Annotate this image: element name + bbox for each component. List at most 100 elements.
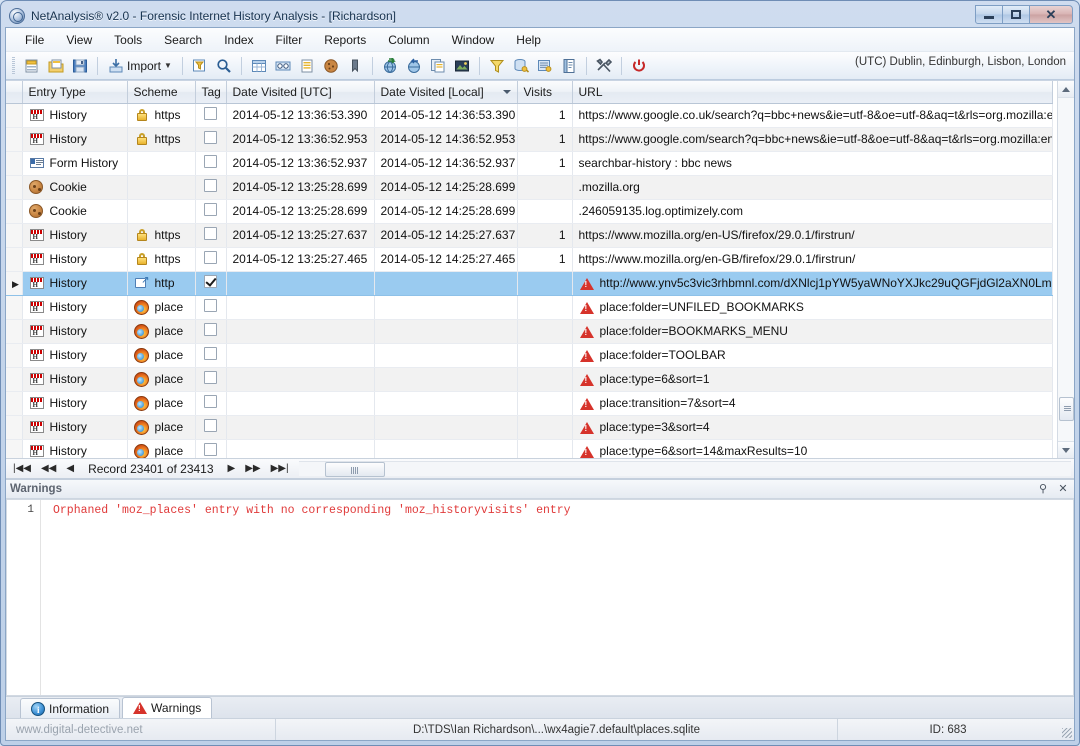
- table-row[interactable]: Cookie 2014-05-12 13:25:28.699 2014-05-12 …: [6, 199, 1053, 224]
- index-book-icon[interactable]: [558, 55, 580, 77]
- scroll-track[interactable]: [1057, 98, 1074, 441]
- tag-checkbox[interactable]: [204, 323, 217, 336]
- tag-checkbox[interactable]: [204, 107, 217, 120]
- filter-icon[interactable]: [486, 55, 508, 77]
- cell-tag[interactable]: [195, 247, 227, 272]
- cell-tag[interactable]: [195, 367, 227, 392]
- cell-tag[interactable]: [195, 151, 227, 176]
- scroll-down-button[interactable]: [1057, 441, 1074, 458]
- cell-tag[interactable]: [195, 319, 227, 344]
- cell-tag[interactable]: [195, 295, 227, 320]
- menu-item-reports[interactable]: Reports: [313, 30, 377, 50]
- menu-item-index[interactable]: Index: [213, 30, 264, 50]
- table-row[interactable]: H History https 2014-05-12 13:36:53.390 2014…: [6, 103, 1053, 128]
- cookie-icon[interactable]: [320, 55, 342, 77]
- tab-warnings[interactable]: Warnings: [122, 697, 213, 718]
- column-header-visits[interactable]: Visits: [517, 81, 573, 104]
- cell-tag[interactable]: [195, 415, 227, 440]
- cell-tag[interactable]: [195, 343, 227, 368]
- nav-next-page-button[interactable]: ▶▶: [241, 463, 264, 474]
- nav-prev-page-button[interactable]: ◀◀: [37, 463, 60, 474]
- export-globe-icon[interactable]: [379, 55, 401, 77]
- import-button[interactable]: Import ▼: [103, 56, 177, 76]
- grid-view-icon[interactable]: [248, 55, 270, 77]
- cell-tag[interactable]: [195, 391, 227, 416]
- menu-item-column[interactable]: Column: [377, 30, 440, 50]
- power-icon[interactable]: [628, 55, 650, 77]
- nav-last-button[interactable]: ▶▶|: [267, 463, 293, 474]
- report-key-icon[interactable]: [534, 55, 556, 77]
- column-header-scheme[interactable]: Scheme: [127, 81, 196, 104]
- table-row[interactable]: H History https 2014-05-12 13:36:52.953 2014…: [6, 127, 1053, 152]
- tag-checkbox[interactable]: [204, 179, 217, 192]
- dock-close-button[interactable]: ✕: [1055, 481, 1071, 496]
- image-gallery-icon[interactable]: [451, 55, 473, 77]
- table-row[interactable]: ▶ H History ↗ http http://www.ynv5c3vic3rhbmn…: [6, 271, 1053, 296]
- menu-item-help[interactable]: Help: [505, 30, 552, 50]
- tag-checkbox[interactable]: [204, 395, 217, 408]
- scroll-thumb[interactable]: [1058, 397, 1074, 421]
- save-icon[interactable]: [69, 55, 91, 77]
- nav-prev-button[interactable]: ◀: [62, 463, 78, 474]
- column-header-entry-type[interactable]: Entry Type: [22, 81, 128, 104]
- tools-icon[interactable]: [593, 55, 615, 77]
- tag-checkbox[interactable]: [204, 203, 217, 216]
- chevron-down-icon[interactable]: ▼: [164, 61, 172, 70]
- tag-checkbox[interactable]: [204, 251, 217, 264]
- scroll-up-button[interactable]: [1057, 81, 1074, 98]
- table-row[interactable]: H History place place:folder=BOOKMARKS_MENU: [6, 319, 1053, 344]
- menu-item-tools[interactable]: Tools: [103, 30, 153, 50]
- cell-tag[interactable]: [195, 271, 227, 296]
- tag-checkbox[interactable]: [204, 155, 217, 168]
- menu-item-view[interactable]: View: [55, 30, 103, 50]
- bookmark-icon[interactable]: [344, 55, 366, 77]
- cell-tag[interactable]: [195, 127, 227, 152]
- table-row[interactable]: H History https 2014-05-12 13:25:27.465 2014…: [6, 247, 1053, 272]
- cell-tag[interactable]: [195, 199, 227, 224]
- tag-checkbox[interactable]: [204, 371, 217, 384]
- table-row[interactable]: H History place place:folder=UNFILED_BOOKMA…: [6, 295, 1053, 320]
- cell-tag[interactable]: [195, 175, 227, 200]
- table-row[interactable]: Form History 2014-05-12 13:36:52.937 2014-…: [6, 151, 1053, 176]
- minimize-button[interactable]: [975, 5, 1003, 24]
- cell-tag[interactable]: [195, 223, 227, 248]
- column-header-date-utc[interactable]: Date Visited [UTC]: [226, 81, 375, 104]
- table-row[interactable]: H History place place:folder=TOOLBAR: [6, 343, 1053, 368]
- table-row[interactable]: H History place place:transition=7&sort=4: [6, 391, 1053, 416]
- filter-wizard-icon[interactable]: [189, 55, 211, 77]
- open-case-icon[interactable]: [45, 55, 67, 77]
- table-row[interactable]: H History place place:type=3&sort=4: [6, 415, 1053, 440]
- toolbar-grip[interactable]: [12, 56, 15, 75]
- grid-horizontal-scrollbar[interactable]: [298, 461, 1071, 477]
- tag-checkbox[interactable]: [204, 227, 217, 240]
- tag-checkbox[interactable]: [204, 419, 217, 432]
- table-row[interactable]: H History https 2014-05-12 13:25:27.637 2014…: [6, 223, 1053, 248]
- column-header-tag[interactable]: Tag: [195, 81, 227, 104]
- nav-first-button[interactable]: |◀◀: [9, 463, 35, 474]
- new-case-icon[interactable]: [21, 55, 43, 77]
- menu-item-filter[interactable]: Filter: [265, 30, 314, 50]
- import-globe-icon[interactable]: [403, 55, 425, 77]
- column-header-url[interactable]: URL: [572, 81, 1053, 104]
- database-key-icon[interactable]: [510, 55, 532, 77]
- tag-checkbox[interactable]: [204, 443, 217, 456]
- search-icon[interactable]: [213, 55, 235, 77]
- preview-icon[interactable]: [272, 55, 294, 77]
- table-row[interactable]: Cookie 2014-05-12 13:25:28.699 2014-05-12 …: [6, 175, 1053, 200]
- maximize-button[interactable]: [1002, 5, 1030, 24]
- resize-grip[interactable]: [1058, 719, 1074, 740]
- tag-checkbox[interactable]: [204, 299, 217, 312]
- tag-checkbox[interactable]: [204, 131, 217, 144]
- cell-tag[interactable]: [195, 103, 227, 128]
- nav-next-button[interactable]: ▶: [224, 463, 240, 474]
- tag-checkbox[interactable]: [204, 347, 217, 360]
- close-button[interactable]: ✕: [1029, 5, 1073, 24]
- menu-item-search[interactable]: Search: [153, 30, 213, 50]
- grid-vertical-scrollbar[interactable]: [1057, 81, 1074, 458]
- menu-item-window[interactable]: Window: [441, 30, 506, 50]
- tab-information[interactable]: Information: [20, 698, 121, 718]
- dock-pin-button[interactable]: ⚲: [1035, 481, 1051, 496]
- tag-checkbox[interactable]: [204, 275, 217, 288]
- cell-tag[interactable]: [195, 439, 227, 458]
- copy-records-icon[interactable]: [427, 55, 449, 77]
